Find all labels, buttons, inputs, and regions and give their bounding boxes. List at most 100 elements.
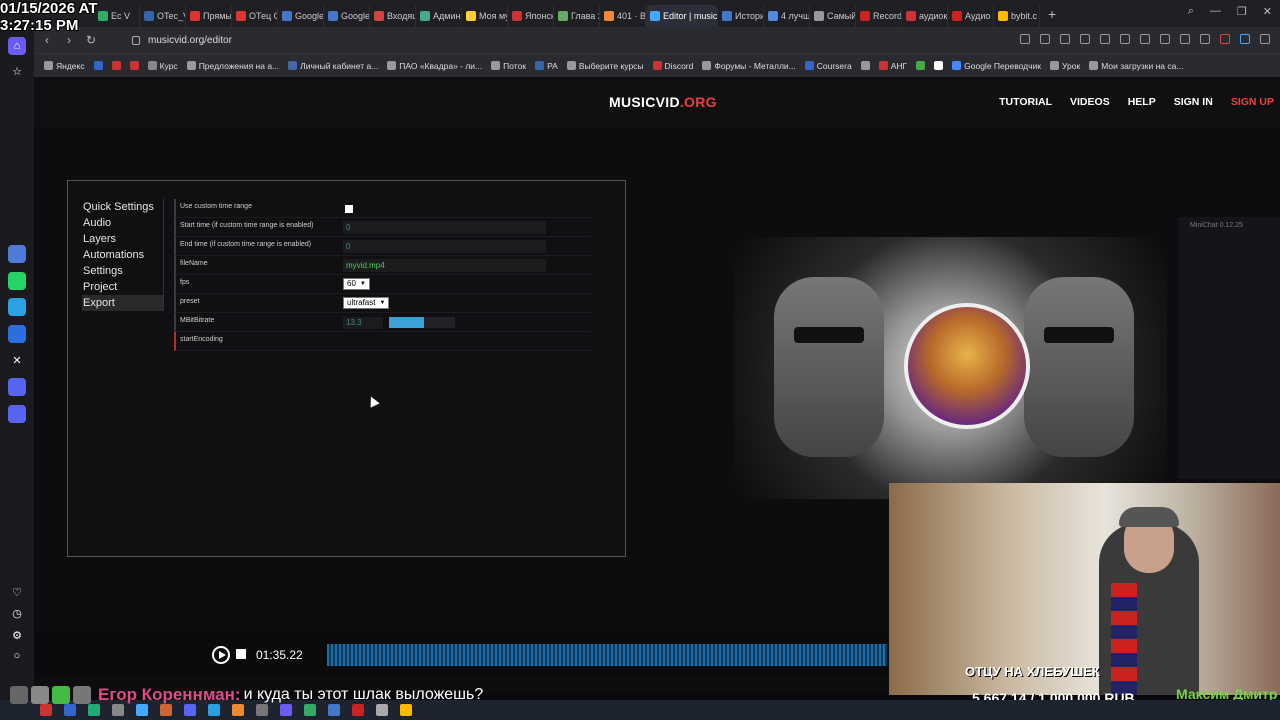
bookmark-icon[interactable] — [1120, 34, 1130, 44]
browser-tab[interactable]: Глава 2 — [554, 4, 600, 27]
taskbar-app-icon[interactable] — [160, 704, 172, 716]
ext-red-icon[interactable] — [1220, 34, 1230, 44]
browser-tab[interactable]: Истори — [718, 4, 764, 27]
bookmark-item[interactable]: Личный кабинет а... — [288, 61, 378, 71]
bookmark-item[interactable]: Discord — [652, 61, 693, 71]
browser-tab[interactable]: Японск — [508, 4, 554, 27]
taskbar-app-icon[interactable] — [376, 704, 388, 716]
telegram-icon[interactable] — [8, 298, 26, 316]
new-tab-button[interactable]: + — [1048, 6, 1056, 22]
filename-input[interactable]: myvid.mp4 — [343, 259, 546, 272]
start-time-input[interactable]: 0 — [343, 221, 546, 234]
play-icon[interactable] — [1100, 34, 1110, 44]
browser-tab[interactable]: Самый — [810, 4, 856, 27]
star-icon[interactable]: ☆ — [8, 62, 26, 80]
row-start-encoding[interactable]: startEncoding — [174, 332, 590, 351]
settings-icon[interactable] — [1260, 34, 1270, 44]
taskbar-app-icon[interactable] — [304, 704, 316, 716]
browser-tab[interactable]: bybit.c — [994, 4, 1040, 27]
bookmark-item[interactable] — [860, 61, 870, 70]
bookmark-item[interactable]: Coursera — [804, 61, 852, 71]
ext-blue-icon[interactable] — [1240, 34, 1250, 44]
bookmark-item[interactable]: Урок — [1050, 61, 1080, 71]
menu-export[interactable]: Export — [82, 295, 164, 311]
bulb-icon[interactable]: ○ — [8, 647, 26, 665]
taskbar-app-icon[interactable] — [40, 704, 52, 716]
bookmark-item[interactable]: РА — [535, 61, 558, 71]
end-time-input[interactable]: 0 — [343, 240, 546, 253]
url-field[interactable]: musicvid.org/editor — [132, 35, 232, 46]
share-icon[interactable] — [1020, 34, 1030, 44]
bookmark-item[interactable]: Выберите курсы — [566, 61, 644, 71]
history-icon[interactable]: ◷ — [8, 604, 26, 622]
taskbar-app-icon[interactable] — [352, 704, 364, 716]
menu-icon[interactable] — [1180, 34, 1190, 44]
stop-button[interactable] — [236, 649, 246, 659]
search-tabs-icon[interactable]: ⌕ — [1188, 5, 1194, 18]
back-icon[interactable]: ‹ — [36, 33, 58, 47]
browser-tab[interactable]: OTec_V — [140, 4, 186, 27]
start-encoding-button[interactable]: startEncoding — [180, 336, 223, 343]
bookmark-item[interactable]: АНГ — [878, 61, 907, 71]
browser-tab[interactable]: Админ — [416, 4, 462, 27]
extension-icon[interactable] — [1080, 34, 1090, 44]
bookmark-item[interactable]: Яндекс — [44, 61, 85, 71]
nav-sign-in[interactable]: SIGN IN — [1174, 96, 1213, 108]
vk-icon[interactable] — [8, 325, 26, 343]
x-icon[interactable]: ✕ — [8, 351, 26, 369]
nav-videos[interactable]: VIDEOS — [1070, 96, 1110, 108]
browser-tab[interactable]: Record — [856, 4, 902, 27]
bookmark-item[interactable]: Форумы - Металли... — [702, 61, 796, 71]
menu-layers[interactable]: Layers — [82, 231, 164, 247]
app-icon[interactable] — [8, 245, 26, 263]
menu-quick-settings[interactable]: Quick Settings — [82, 199, 164, 215]
browser-tab[interactable]: Входящ — [370, 4, 416, 27]
browser-tab[interactable]: аудиок — [902, 4, 948, 27]
taskbar-app-icon[interactable] — [280, 704, 292, 716]
minimize-icon[interactable]: — — [1210, 5, 1221, 18]
taskbar-app-icon[interactable] — [112, 704, 124, 716]
bookmark-item[interactable]: ПАО «Квадра» - ли... — [387, 61, 482, 71]
home-icon[interactable]: ⌂ — [8, 37, 26, 55]
menu-automations[interactable]: Automations — [82, 247, 164, 263]
profile-icon[interactable] — [1200, 34, 1210, 44]
nav-help[interactable]: HELP — [1128, 96, 1156, 108]
nav-tutorial[interactable]: TUTORIAL — [999, 96, 1052, 108]
taskbar-app-icon[interactable] — [88, 704, 100, 716]
reload-icon[interactable]: ↻ — [80, 33, 102, 47]
bookmark-item[interactable]: Предложения на а... — [186, 61, 279, 71]
taskbar-app-icon[interactable] — [256, 704, 268, 716]
shield-icon[interactable] — [1060, 34, 1070, 44]
close-icon[interactable]: ✕ — [1263, 5, 1272, 18]
bitrate-input[interactable]: 13.3 — [343, 317, 383, 329]
bookmark-item[interactable]: Поток — [491, 61, 526, 71]
browser-tab[interactable]: Моя му — [462, 4, 508, 27]
taskbar-app-icon[interactable] — [400, 704, 412, 716]
waveform[interactable] — [327, 644, 887, 666]
heart-outline-icon[interactable] — [1140, 34, 1150, 44]
play-button[interactable] — [212, 646, 230, 664]
fps-select[interactable]: 60 ▼ — [343, 278, 370, 290]
menu-project[interactable]: Project — [82, 279, 164, 295]
heart-icon[interactable]: ♡ — [8, 583, 26, 601]
site-logo[interactable]: MUSICVID.ORG — [609, 94, 717, 110]
taskbar-app-icon[interactable] — [184, 704, 196, 716]
bookmark-item[interactable]: Мои загрузки на са... — [1089, 61, 1183, 71]
camera-icon[interactable] — [1040, 34, 1050, 44]
bookmark-item[interactable] — [934, 61, 944, 70]
nav-sign-up[interactable]: SIGN UP — [1231, 96, 1274, 108]
bookmark-item[interactable]: Google Переводчик — [952, 61, 1041, 71]
bookmark-item[interactable] — [93, 61, 103, 70]
browser-tab[interactable]: Прямы — [186, 4, 232, 27]
menu-settings[interactable]: Settings — [82, 263, 164, 279]
bookmark-item[interactable]: Курс — [147, 61, 178, 71]
browser-tab[interactable]: Editor | music — [646, 4, 718, 27]
taskbar-app-icon[interactable] — [328, 704, 340, 716]
browser-tab[interactable]: Google — [324, 4, 370, 27]
discord-alt-icon[interactable] — [8, 405, 26, 423]
bookmark-item[interactable] — [129, 61, 139, 70]
taskbar-app-icon[interactable] — [208, 704, 220, 716]
browser-tab[interactable]: Google — [278, 4, 324, 27]
preset-select[interactable]: ultrafast ▼ — [343, 297, 390, 309]
download-icon[interactable] — [1160, 34, 1170, 44]
